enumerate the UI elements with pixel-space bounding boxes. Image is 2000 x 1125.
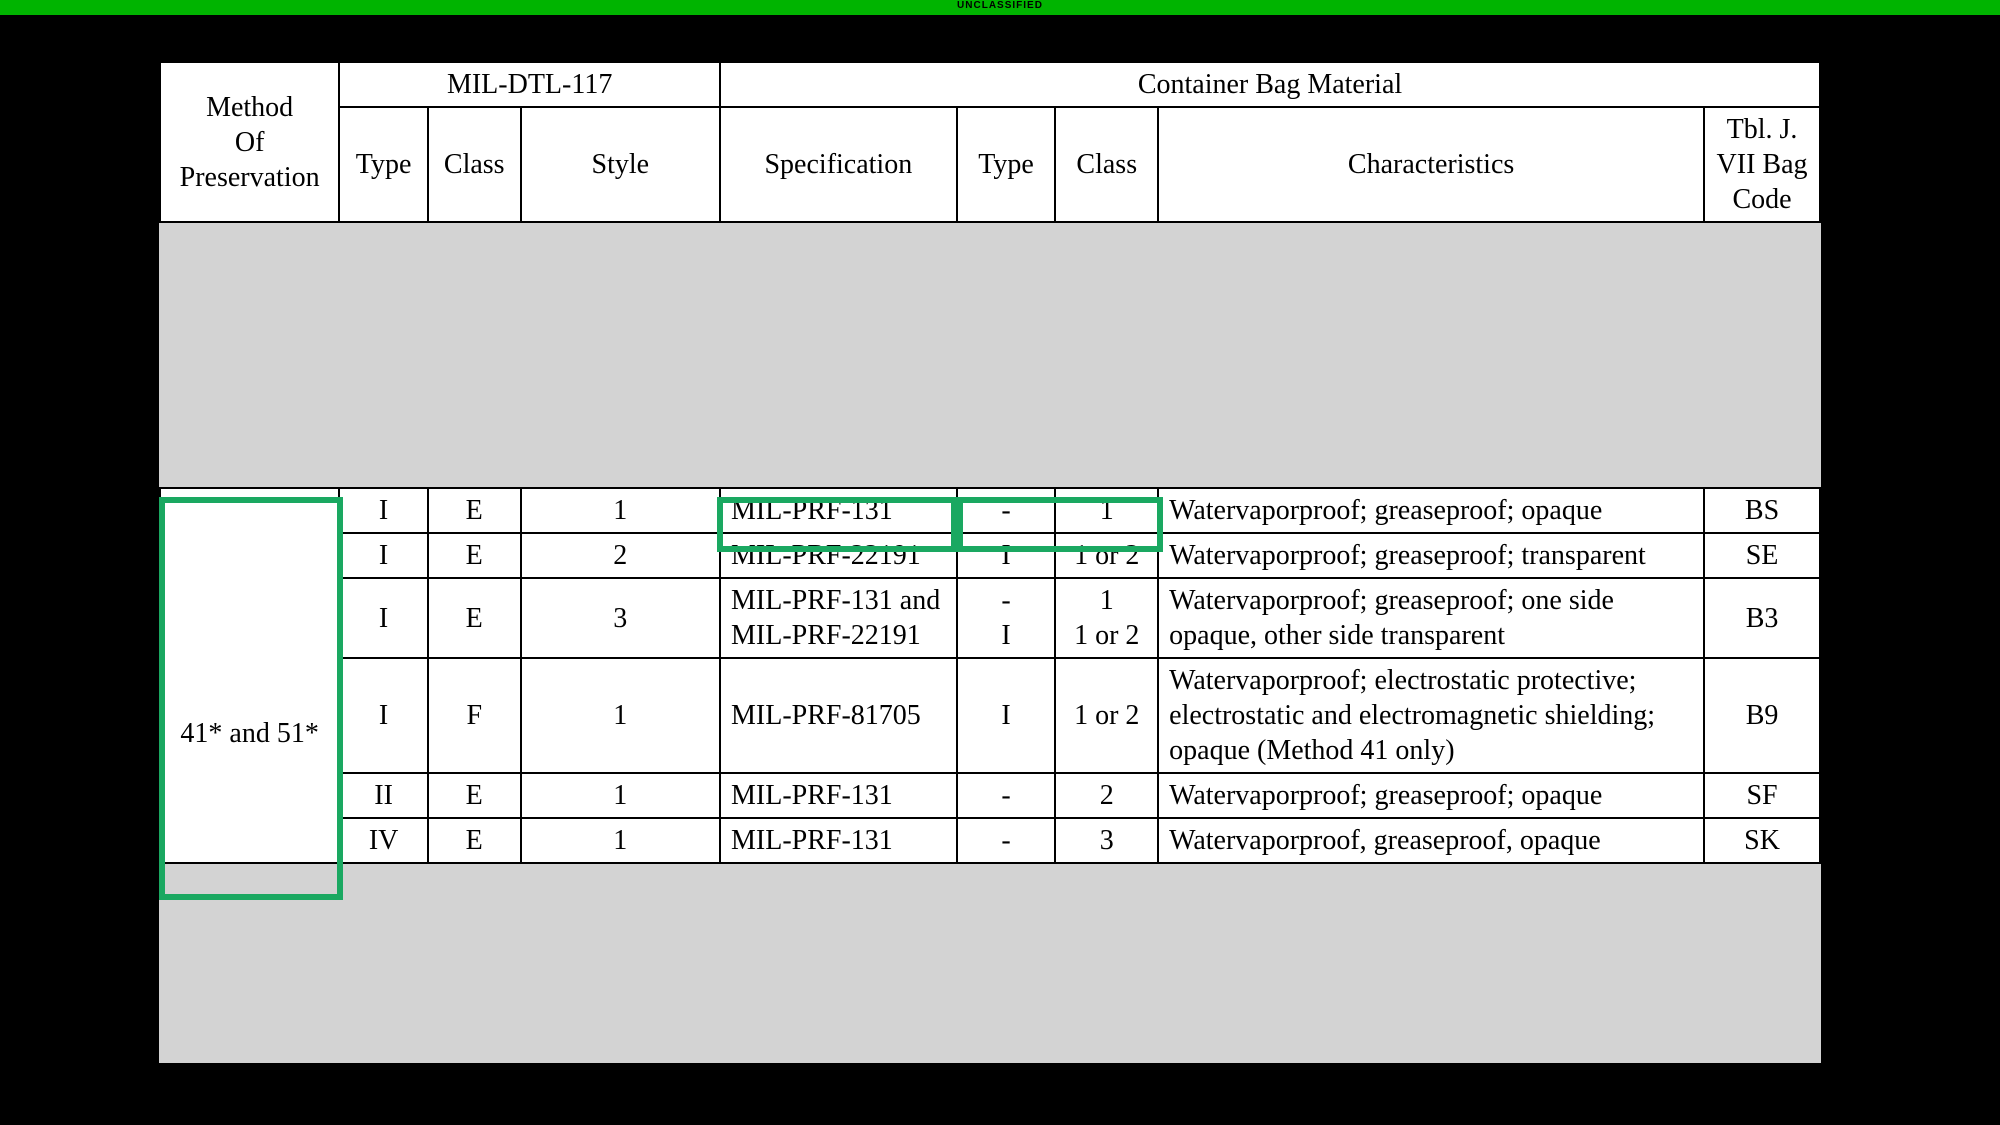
cell-type: I [339,658,428,773]
cell-char: Watervaporproof; greaseproof; transparen… [1158,533,1704,578]
cell-class: F [428,658,521,773]
table-row: I E 2 MIL-PRF-22191 I 1 or 2 Watervaporp… [160,533,1820,578]
cell-style: 1 [521,488,720,533]
cell-class: E [428,578,521,658]
cell-style: 1 [521,658,720,773]
table-row: I F 1 MIL-PRF-81705 I 1 or 2 Watervaporp… [160,658,1820,773]
table-row: 41* and 51* I E 1 MIL-PRF-131 - 1 Waterv… [160,488,1820,533]
hdr-method-of-preservation: Method Of Preservation [160,62,339,222]
cell-bag: SF [1704,773,1820,818]
hdr-type-1: Type [339,107,428,222]
cell-class2: 1 or 2 [1055,658,1158,773]
hdr-style: Style [521,107,720,222]
cell-type2: I [957,533,1056,578]
cell-type2: I [957,658,1056,773]
cell-class2: 2 [1055,773,1158,818]
document-page: Method Of Preservation MIL-DTL-117 Conta… [159,61,1821,1063]
cell-char: Watervaporproof; electrostatic protectiv… [1158,658,1704,773]
cell-class2: 3 [1055,818,1158,863]
hdr-specification: Specification [720,107,957,222]
cell-style: 2 [521,533,720,578]
cell-type: IV [339,818,428,863]
cell-type: I [339,488,428,533]
hdr-bag-code: Tbl. J. VII Bag Code [1704,107,1820,222]
cell-char: Watervaporproof; greaseproof; one side o… [1158,578,1704,658]
cell-class: E [428,818,521,863]
cell-char: Watervaporproof, greaseproof, opaque [1158,818,1704,863]
cell-spec: MIL-PRF-81705 [720,658,957,773]
cell-class2: 1 1 or 2 [1055,578,1158,658]
cell-class: E [428,533,521,578]
cell-spec: MIL-PRF-131 [720,773,957,818]
cell-style: 3 [521,578,720,658]
cell-spec: MIL-PRF-131 [720,488,957,533]
gap-row [160,222,1820,488]
hdr-characteristics: Characteristics [1158,107,1704,222]
cell-class2: 1 [1055,488,1158,533]
cell-char: Watervaporproof; greaseproof; opaque [1158,488,1704,533]
cell-bag: SE [1704,533,1820,578]
cell-spec: MIL-PRF-22191 [720,533,957,578]
cell-type2: - [957,773,1056,818]
cell-type: I [339,533,428,578]
cell-style: 1 [521,818,720,863]
hdr-type-2: Type [957,107,1056,222]
cell-type: I [339,578,428,658]
classification-label: UNCLASSIFIED [0,0,2000,11]
cell-char: Watervaporproof; greaseproof; opaque [1158,773,1704,818]
cell-class2: 1 or 2 [1055,533,1158,578]
table-row: IV E 1 MIL-PRF-131 - 3 Watervaporproof, … [160,818,1820,863]
cell-class: E [428,488,521,533]
cell-bag: BS [1704,488,1820,533]
hdr-container-bag-material: Container Bag Material [720,62,1820,107]
cell-type2: - I [957,578,1056,658]
hdr-mil-dtl-117: MIL-DTL-117 [339,62,720,107]
cell-type: II [339,773,428,818]
method-cell: 41* and 51* [160,488,339,863]
cell-class: E [428,773,521,818]
preservation-table: Method Of Preservation MIL-DTL-117 Conta… [159,61,1821,1032]
cell-spec: MIL-PRF-131 [720,818,957,863]
hdr-class-1: Class [428,107,521,222]
table-row: II E 1 MIL-PRF-131 - 2 Watervaporproof; … [160,773,1820,818]
cell-type2: - [957,818,1056,863]
cell-bag: B9 [1704,658,1820,773]
cell-bag: SK [1704,818,1820,863]
table-row: I E 3 MIL-PRF-131 and MIL-PRF-22191 - I … [160,578,1820,658]
bottom-gap [160,863,1820,1032]
cell-bag: B3 [1704,578,1820,658]
cell-type2: - [957,488,1056,533]
hdr-class-2: Class [1055,107,1158,222]
cell-style: 1 [521,773,720,818]
cell-spec: MIL-PRF-131 and MIL-PRF-22191 [720,578,957,658]
